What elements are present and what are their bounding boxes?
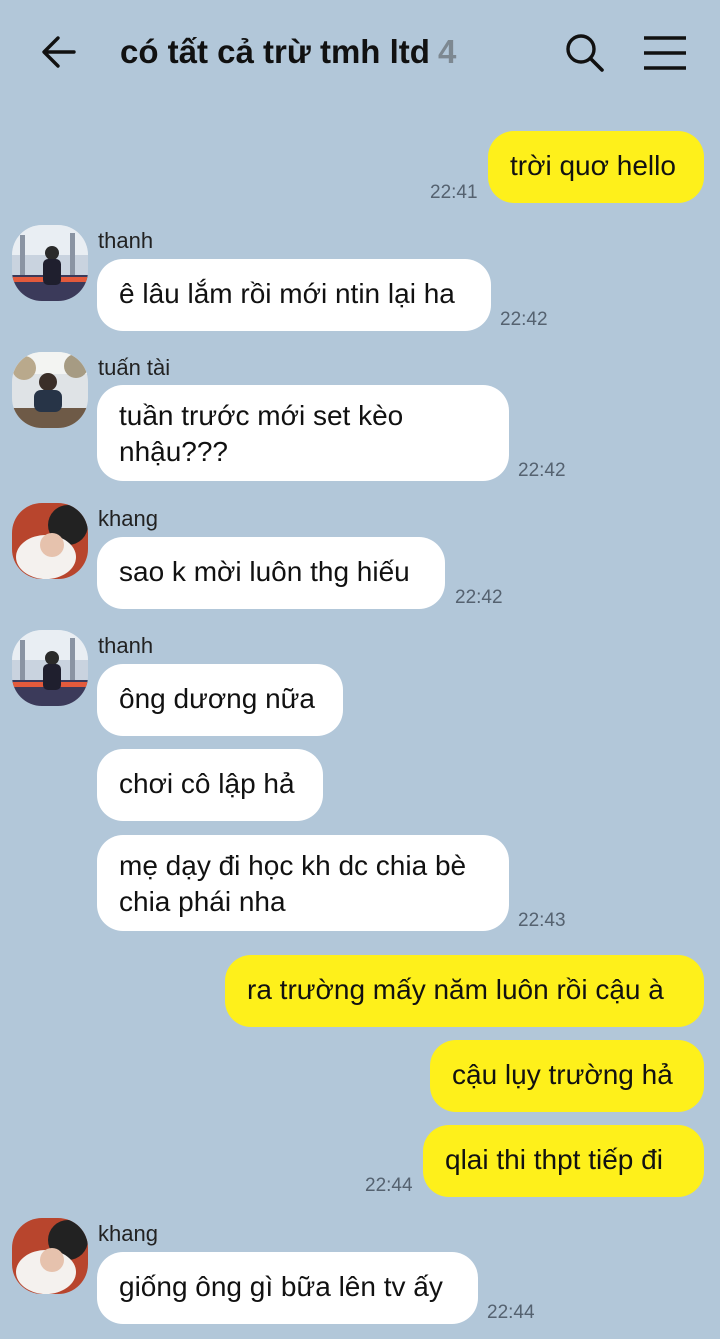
member-count: 4 — [437, 33, 457, 70]
message-bubble-incoming[interactable]: sao k mời luôn thg hiếu — [97, 537, 445, 609]
sender-name: tuấn tài — [98, 355, 171, 380]
message-bubble-outgoing[interactable]: cậu lụy trường hả — [430, 1040, 704, 1112]
message-time: 22:44 — [487, 1302, 535, 1323]
sender-name: thanh — [98, 633, 154, 658]
message-bubble-incoming[interactable]: mẹ dạy đi học kh dc chia bè chia phái nh… — [97, 835, 509, 931]
message-time: 22:44 — [365, 1175, 413, 1196]
chat-title[interactable]: có tất cả trừ tmh ltd 4 — [120, 30, 456, 74]
avatar-thanh[interactable] — [12, 630, 88, 706]
avatar-khang[interactable] — [12, 503, 88, 579]
sender-name: khang — [98, 1221, 158, 1246]
search-icon[interactable] — [562, 30, 608, 76]
message-bubble-outgoing[interactable]: qlai thi thpt tiếp đi — [423, 1125, 704, 1197]
message-time: 22:42 — [500, 309, 548, 330]
chat-name: có tất cả trừ tmh ltd — [120, 33, 430, 70]
message-bubble-outgoing[interactable]: trời quơ hello — [488, 131, 704, 203]
menu-icon[interactable] — [642, 32, 688, 74]
message-bubble-incoming[interactable]: chơi cô lập hả — [97, 749, 323, 821]
avatar-tuan-tai[interactable] — [12, 352, 88, 428]
message-time: 22:43 — [518, 910, 566, 931]
chat-header: có tất cả trừ tmh ltd 4 — [0, 0, 720, 105]
message-bubble-incoming[interactable]: ê lâu lắm rồi mới ntin lại ha — [97, 259, 491, 331]
message-time: 22:41 — [430, 182, 478, 203]
message-bubble-incoming[interactable]: tuần trước mới set kèo nhậu??? — [97, 385, 509, 481]
message-time: 22:42 — [455, 587, 503, 608]
message-bubble-incoming[interactable]: giống ông gì bữa lên tv ấy — [97, 1252, 478, 1324]
message-bubble-outgoing[interactable]: ra trường mấy năm luôn rồi cậu à — [225, 955, 704, 1027]
back-arrow-icon[interactable] — [38, 30, 82, 74]
avatar-khang[interactable] — [12, 1218, 88, 1294]
avatar-thanh[interactable] — [12, 225, 88, 301]
sender-name: thanh — [98, 228, 154, 253]
sender-name: khang — [98, 506, 158, 531]
message-bubble-incoming[interactable]: ông dương nữa — [97, 664, 343, 736]
message-time: 22:42 — [518, 460, 566, 481]
